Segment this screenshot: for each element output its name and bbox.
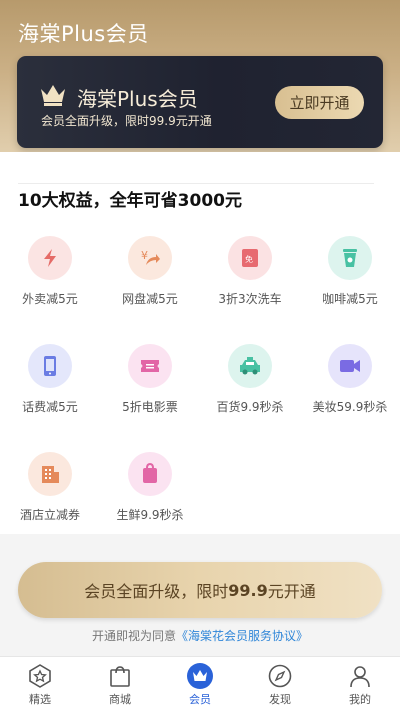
agreement-text: 开通即视为同意《海棠花会员服务协议》 xyxy=(0,627,400,644)
benefit-item[interactable]: 咖啡减5元 xyxy=(300,236,400,307)
upgrade-button[interactable]: 会员全面升级，限时 99.9 元开通 xyxy=(18,562,382,618)
upgrade-price: 99.9 xyxy=(228,580,268,600)
card-subtitle: 会员全面升级，限时99.9元开通 xyxy=(41,114,212,128)
tab-label: 我的 xyxy=(349,693,371,706)
tab-discover[interactable]: 发现 xyxy=(240,657,320,711)
tab-label: 商城 xyxy=(109,693,131,706)
shopping-bag-icon xyxy=(107,663,133,689)
benefit-label: 3折3次洗车 xyxy=(218,292,282,306)
benefits-panel: 10大权益，全年可省3000元 外卖减5元 ¥ 网盘减5元 免 3折3次洗车 咖… xyxy=(0,152,400,534)
card-title: 海棠Plus会员 xyxy=(77,87,198,111)
tab-profile[interactable]: 我的 xyxy=(320,657,400,711)
lightning-icon xyxy=(28,236,72,280)
benefit-label: 酒店立减券 xyxy=(19,508,80,522)
tab-membership[interactable]: 会员 xyxy=(160,657,240,711)
tab-mall[interactable]: 商城 xyxy=(80,657,160,711)
divider xyxy=(18,183,374,184)
benefit-item[interactable]: 话费减5元 xyxy=(0,344,100,415)
phone-icon xyxy=(28,344,72,388)
tab-label: 发现 xyxy=(269,693,291,706)
svg-text:¥: ¥ xyxy=(141,249,148,262)
crown-icon xyxy=(41,85,65,106)
bag-icon xyxy=(128,452,172,496)
open-membership-button[interactable]: 立即开通 xyxy=(275,86,364,119)
taxi-icon xyxy=(228,344,272,388)
compass-icon xyxy=(267,663,293,689)
ticket-icon xyxy=(128,344,172,388)
benefit-label: 生鲜9.9秒杀 xyxy=(116,508,184,522)
yen-arrow-icon: ¥ xyxy=(128,236,172,280)
benefit-item[interactable]: 5折电影票 xyxy=(100,344,200,415)
membership-card: 海棠Plus会员 会员全面升级，限时99.9元开通 立即开通 xyxy=(17,56,383,148)
tab-featured[interactable]: 精选 xyxy=(0,657,80,711)
benefit-item[interactable]: 生鲜9.9秒杀 xyxy=(100,452,200,523)
star-icon xyxy=(27,663,53,689)
benefit-label: 5折电影票 xyxy=(122,400,178,414)
agreement-link[interactable]: 《海棠花会员服务协议》 xyxy=(176,629,308,643)
benefit-label: 美妆59.9秒杀 xyxy=(312,400,388,414)
benefits-title: 10大权益，全年可省3000元 xyxy=(18,191,242,211)
upgrade-prefix: 会员全面升级，限时 xyxy=(84,582,229,601)
benefit-item[interactable]: 美妆59.9秒杀 xyxy=(300,344,400,415)
benefit-label: 外卖减5元 xyxy=(22,292,78,306)
svg-text:免: 免 xyxy=(245,254,253,264)
coffee-cup-icon xyxy=(328,236,372,280)
video-icon xyxy=(328,344,372,388)
benefit-item[interactable]: 酒店立减券 xyxy=(0,452,100,523)
benefit-item[interactable]: ¥ 网盘减5元 xyxy=(100,236,200,307)
crown-icon xyxy=(187,663,213,689)
tab-label: 精选 xyxy=(29,693,51,706)
benefit-label: 咖啡减5元 xyxy=(322,292,378,306)
benefit-label: 话费减5元 xyxy=(22,400,78,414)
hotel-icon xyxy=(28,452,72,496)
benefit-item[interactable]: 百货9.9秒杀 xyxy=(200,344,300,415)
benefit-item[interactable]: 外卖减5元 xyxy=(0,236,100,307)
agreement-prefix: 开通即视为同意 xyxy=(91,629,176,643)
tab-label: 会员 xyxy=(189,693,211,706)
benefit-label: 网盘减5元 xyxy=(122,292,178,306)
bottom-tab-bar: 精选 商城 会员 发现 我的 xyxy=(0,656,400,711)
upgrade-suffix: 元开通 xyxy=(267,582,316,601)
coupon-icon: 免 xyxy=(228,236,272,280)
benefit-label: 百货9.9秒杀 xyxy=(216,400,284,414)
page-title: 海棠Plus会员 xyxy=(18,22,149,46)
user-icon xyxy=(347,663,373,689)
benefit-item[interactable]: 免 3折3次洗车 xyxy=(200,236,300,307)
